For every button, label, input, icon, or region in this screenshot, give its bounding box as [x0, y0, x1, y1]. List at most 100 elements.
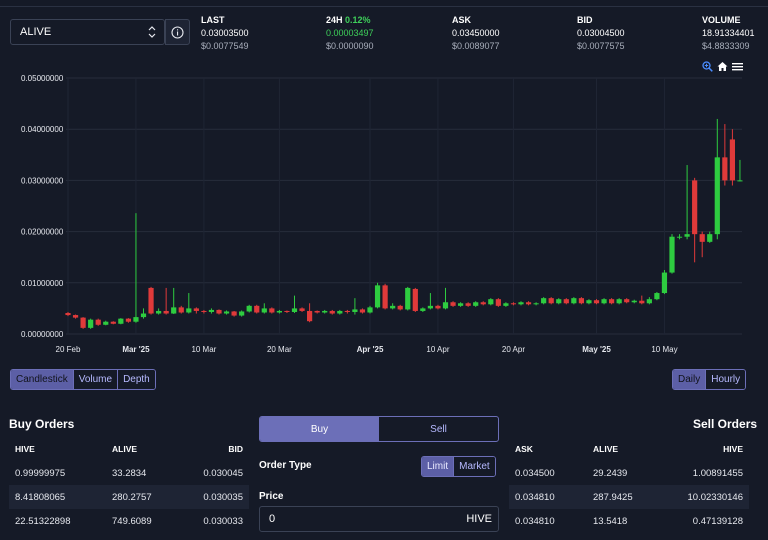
candle-body	[397, 305, 403, 310]
column-header: ASK	[515, 444, 533, 454]
candle-body	[465, 303, 471, 306]
candle-body	[586, 300, 592, 304]
order-hive: 22.51322898	[15, 515, 71, 527]
candle-body	[563, 299, 569, 304]
price-unit: HIVE	[466, 513, 492, 525]
candle-body	[382, 285, 388, 309]
candle-body	[125, 318, 131, 322]
candlestick-button[interactable]: Candlestick	[11, 370, 74, 389]
table-row[interactable]: 0.99999975 33.2834 0.030045	[9, 461, 249, 485]
stat-value: 0.00003497	[326, 28, 374, 38]
candle-body	[458, 303, 464, 306]
limit-button[interactable]: Limit	[422, 457, 455, 476]
chart-grid	[66, 77, 742, 335]
candle-body	[473, 302, 479, 306]
stat-bid: BID 0.03004500 $0.0077575	[577, 14, 625, 53]
candle-body	[367, 307, 373, 313]
y-tick-label: 0.05000000	[21, 74, 64, 83]
x-tick-label: 10 Mar	[191, 345, 216, 354]
table-row[interactable]: 22.51322898 749.6089 0.030033	[9, 509, 249, 533]
candle-body	[593, 300, 600, 304]
table-row[interactable]: 8.41808065 280.2757 0.030035	[9, 485, 249, 509]
top-divider	[0, 6, 768, 7]
candle-body	[525, 302, 532, 305]
order-alive: 13.5418	[593, 515, 628, 527]
candle-body	[178, 307, 184, 313]
candle-body	[488, 299, 494, 305]
candle-body	[714, 157, 720, 235]
candle-body	[435, 305, 441, 309]
candle-body	[163, 310, 169, 314]
candle-body	[337, 310, 343, 314]
price-label: Price	[259, 491, 284, 502]
price-chart[interactable]: 0.05000000 0.04000000 0.03000000 0.02000000…	[0, 64, 768, 364]
candle-body	[374, 285, 381, 308]
candle-body	[571, 298, 577, 304]
candle-body	[661, 272, 668, 294]
candle-body	[208, 309, 215, 312]
y-axis-labels: 0.05000000 0.04000000 0.03000000 0.02000000…	[21, 74, 64, 339]
stat-label: BID	[577, 15, 593, 25]
candle-body	[276, 310, 282, 313]
y-tick-label: 0.03000000	[21, 176, 64, 185]
order-alive: 280.2757	[106, 485, 186, 509]
y-tick-label: 0.02000000	[21, 228, 64, 237]
order-alive: 749.6089	[112, 515, 152, 527]
stat-24h: 24H 0.12% 0.00003497 $0.0000090	[326, 14, 374, 53]
candle-body	[616, 299, 622, 304]
order-hive: 0.99999975	[15, 467, 66, 479]
candle-body	[201, 310, 207, 312]
candle-body	[556, 299, 562, 304]
candle-body	[669, 236, 675, 273]
market-button[interactable]: Market	[454, 457, 495, 476]
candle-body	[427, 305, 433, 309]
candle-body	[329, 310, 335, 314]
order-bid: 0.030033	[203, 515, 243, 527]
candle-body	[359, 309, 366, 313]
candle-body	[110, 321, 116, 324]
candle-body	[344, 310, 350, 312]
x-tick-label: May '25	[582, 345, 611, 354]
candle-body	[254, 305, 260, 313]
candle-body	[631, 300, 637, 303]
candle-body	[299, 308, 305, 311]
candle-body	[65, 313, 71, 316]
buy-tab[interactable]: Buy	[260, 417, 379, 441]
candle-body	[239, 311, 245, 316]
x-tick-label: 10 May	[651, 345, 677, 354]
sell-tab[interactable]: Sell	[379, 417, 498, 441]
order-alive: 287.9425	[587, 485, 667, 509]
candle-body	[246, 305, 252, 312]
table-row[interactable]: 0.034500 29.2439 1.00891455	[509, 461, 749, 485]
column-header: ALIVE	[112, 444, 138, 454]
candle-body	[171, 307, 177, 314]
stat-value: 0.03003500	[201, 28, 249, 38]
token-select[interactable]: ALIVE	[10, 19, 165, 45]
x-tick-label: 10 Apr	[426, 345, 449, 354]
order-hive: 10.02330146	[667, 485, 749, 509]
candle-body	[156, 310, 162, 314]
order-hive: 0.47139128	[692, 515, 743, 527]
volume-button[interactable]: Volume	[73, 370, 119, 389]
depth-button[interactable]: Depth	[118, 370, 155, 389]
table-row[interactable]: 0.034810 13.5418 0.47139128	[509, 509, 749, 533]
candle-body	[676, 236, 683, 238]
hourly-button[interactable]: Hourly	[706, 370, 746, 389]
stat-usd: $0.0077575	[577, 41, 625, 51]
stat-value: 0.03004500	[577, 28, 625, 38]
token-info-button[interactable]	[165, 19, 190, 45]
order-bid: 0.030045	[203, 467, 243, 479]
candle-body	[269, 308, 275, 313]
table-row[interactable]: 0.034810 287.9425 10.02330146	[509, 485, 749, 509]
price-input[interactable]: 0 HIVE	[259, 506, 499, 532]
candle-body	[480, 302, 486, 305]
candle-body	[533, 303, 539, 305]
candle-body	[72, 315, 79, 318]
candle-body	[639, 300, 645, 304]
daily-button[interactable]: Daily	[673, 370, 707, 389]
stat-volume: VOLUME 18.91334401 $4.8833309	[702, 14, 755, 53]
candle-body	[80, 317, 86, 328]
stat-value: 18.91334401	[702, 28, 755, 38]
candle-body	[548, 298, 554, 304]
candle-body	[692, 180, 698, 235]
